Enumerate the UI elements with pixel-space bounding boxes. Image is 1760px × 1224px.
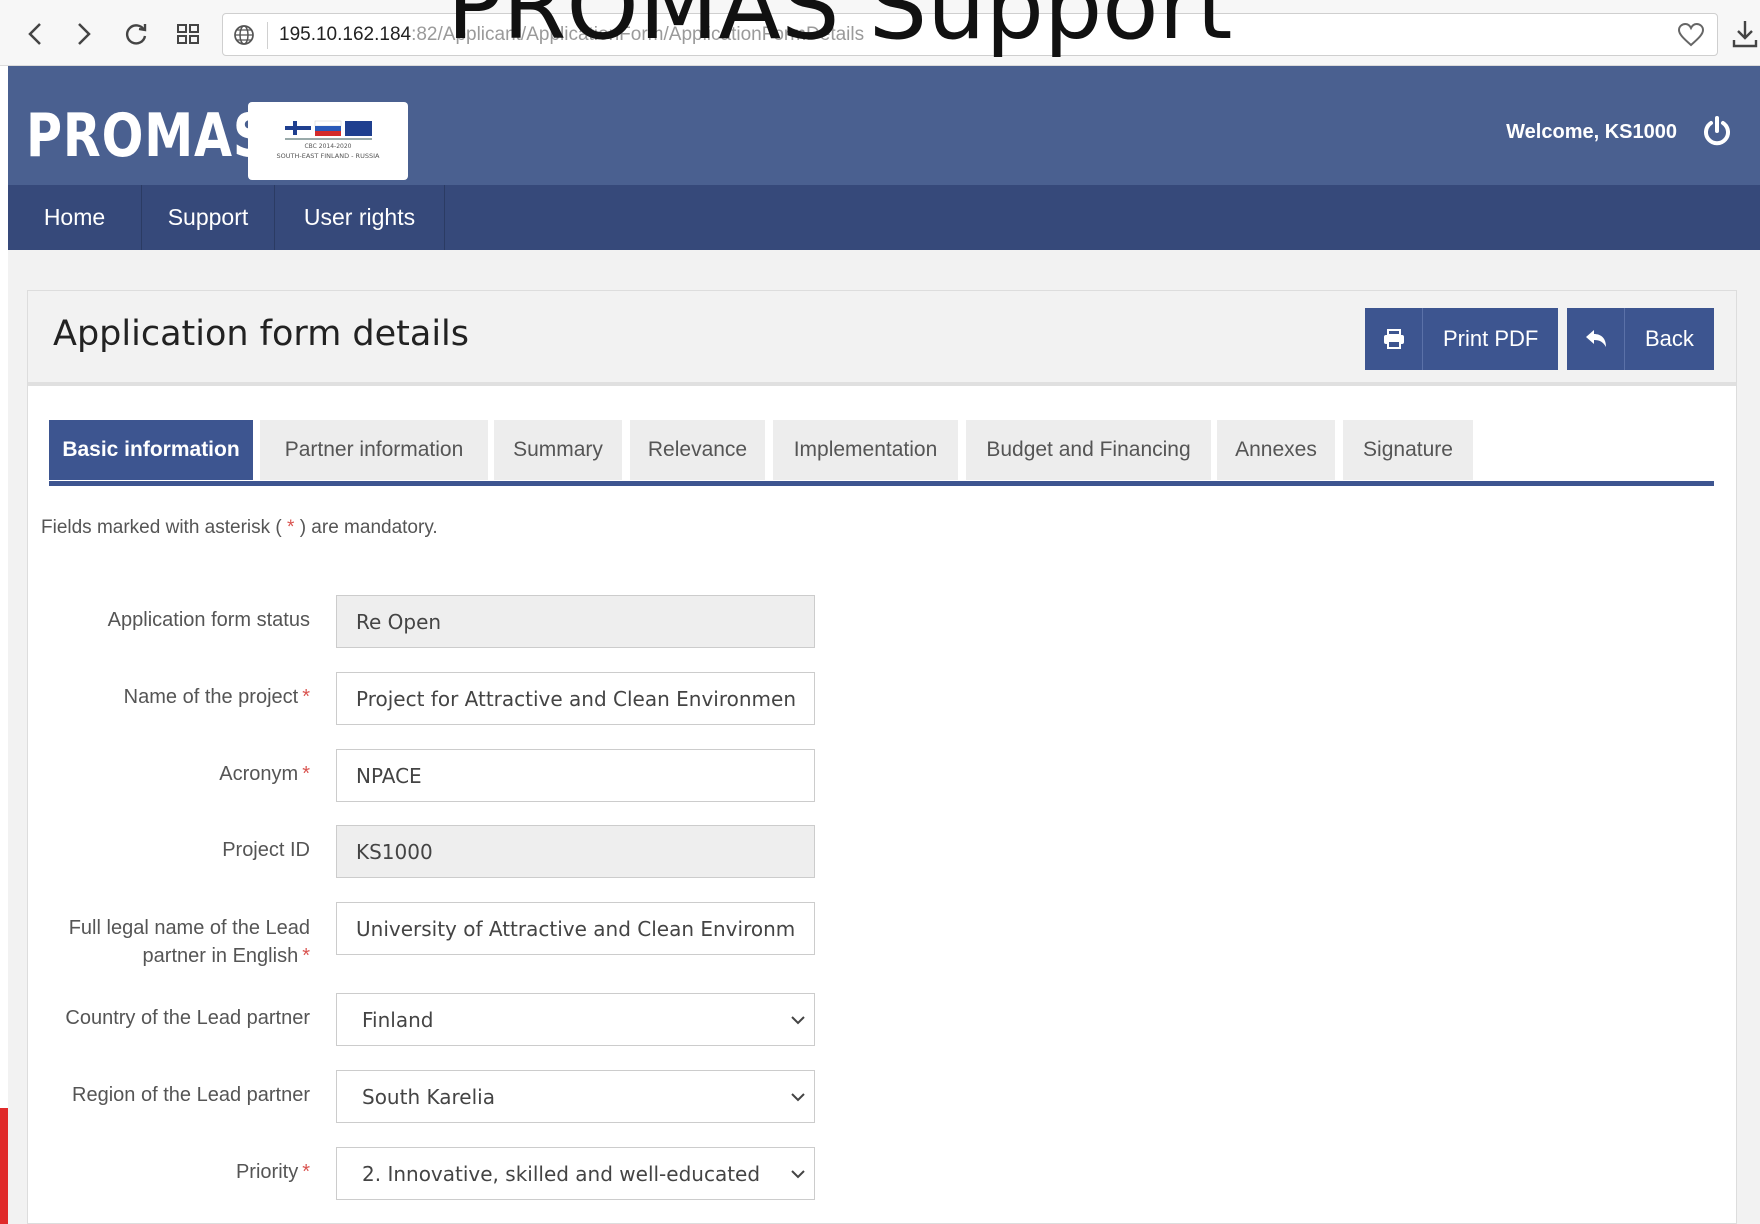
address-bar[interactable]: 195.10.162.184:82/Applicant/ApplicationF… [222, 13, 1718, 56]
tab-implementation[interactable]: Implementation [773, 420, 958, 480]
selected-value: 2. Innovative, skilled and well-educated… [362, 1162, 762, 1186]
nav-support[interactable]: Support [142, 185, 275, 250]
heart-icon[interactable] [1677, 22, 1705, 48]
label-lead-partner-legal-name: Full legal name of the Lead partner in E… [69, 914, 310, 970]
application-form-status-field[interactable] [336, 595, 815, 648]
page-title: Application form details [53, 314, 470, 354]
required-marker: * [302, 686, 310, 708]
power-icon[interactable] [1701, 115, 1733, 149]
label-acronym: Acronym * [219, 760, 310, 788]
label-lead-partner-region: Region of the Lead partner [72, 1081, 310, 1109]
label-priority: Priority * [236, 1158, 310, 1186]
nav-home[interactable]: Home [8, 185, 142, 250]
badge-line2: SOUTH-EAST FINLAND - RUSSIA [277, 152, 380, 160]
mandatory-note: Fields marked with asterisk ( * ) are ma… [41, 517, 438, 539]
mandatory-pre: Fields marked with asterisk ( [41, 517, 288, 538]
promas-logo[interactable]: PROMAS [26, 106, 269, 166]
url-path: :82/Applicant/ApplicationForm/Applicatio… [411, 24, 865, 45]
browser-toolbar: 195.10.162.184:82/Applicant/ApplicationF… [0, 0, 1760, 66]
chevron-down-icon [791, 1016, 805, 1025]
required-marker: * [302, 763, 310, 785]
browser-tabs-button[interactable] [170, 16, 206, 52]
url-text: 195.10.162.184:82/Applicant/ApplicationF… [279, 24, 864, 46]
print-pdf-button[interactable]: Print PDF [1365, 308, 1559, 370]
label-lead-partner-country: Country of the Lead partner [65, 1004, 310, 1032]
back-icon-wrap [1567, 308, 1625, 370]
mandatory-post: ) are mandatory. [294, 517, 438, 538]
lead-partner-legal-name-field[interactable] [336, 902, 815, 955]
back-label: Back [1645, 326, 1694, 351]
label-line2: partner in English [142, 945, 299, 967]
tab-summary[interactable]: Summary [494, 420, 622, 480]
label-text: Project ID [222, 839, 310, 861]
welcome-text: Welcome, KS1000 [1506, 121, 1677, 143]
label-text: Name of the project [123, 686, 299, 708]
chevron-down-icon [791, 1170, 805, 1179]
label-project-name: Name of the project * [124, 683, 310, 711]
tab-annexes[interactable]: Annexes [1217, 420, 1335, 480]
main-nav: Home Support User rights [8, 185, 1760, 250]
label-application-form-status: Application form status [108, 606, 310, 634]
browser-reload-button[interactable] [118, 16, 154, 52]
chevron-right-icon [78, 23, 91, 45]
address-separator [267, 22, 268, 49]
print-icon-wrap [1365, 308, 1423, 370]
browser-back-button[interactable] [17, 16, 53, 52]
acronym-field[interactable] [336, 749, 815, 802]
programme-badge: CBC 2014-2020 SOUTH-EAST FINLAND - RUSSI… [248, 102, 408, 180]
browser-forward-button[interactable] [66, 16, 102, 52]
chevron-left-icon [28, 23, 41, 45]
back-arrow-icon [1585, 330, 1606, 347]
panel-header: Application form details Print PDF Back [28, 291, 1736, 386]
required-marker: * [302, 1161, 310, 1183]
label-project-id: Project ID [222, 836, 310, 864]
selected-value: Finland [362, 1008, 434, 1032]
label-line1: Full legal name of the Lead [68, 917, 310, 939]
reload-icon [125, 24, 147, 45]
label-text: Acronym [219, 763, 299, 785]
red-edge-decoration [0, 1108, 8, 1224]
label-text: Country of the Lead partner [65, 1007, 310, 1029]
back-button[interactable]: Back [1567, 308, 1714, 370]
app-header: PROMAS CBC 2014-2020 SOUTH-EAST FINLAND … [8, 66, 1760, 185]
tab-budget-and-financing[interactable]: Budget and Financing [966, 420, 1211, 480]
label-text: Region of the Lead partner [72, 1084, 310, 1106]
project-id-field[interactable] [336, 825, 815, 878]
lead-partner-country-select[interactable]: Finland [336, 993, 815, 1046]
tab-partner-information[interactable]: Partner information [260, 420, 488, 480]
print-pdf-label: Print PDF [1443, 326, 1539, 351]
label-text: Application form status [107, 609, 310, 631]
flags-emblem: CBC 2014-2020 SOUTH-EAST FINLAND - RUSSI… [277, 120, 380, 160]
priority-select[interactable]: 2. Innovative, skilled and well-educated… [336, 1147, 815, 1200]
nav-user-rights[interactable]: User rights [275, 185, 445, 250]
selected-value: South Karelia [362, 1085, 495, 1109]
label-text: Priority [235, 1161, 299, 1183]
url-host: 195.10.162.184 [279, 24, 412, 45]
tab-basic-information[interactable]: Basic information [49, 420, 253, 480]
form-tabs: Basic information Partner information Su… [49, 420, 1714, 486]
download-icon[interactable] [1730, 18, 1760, 50]
tab-signature[interactable]: Signature [1343, 420, 1473, 480]
grid-icon [177, 24, 199, 44]
globe-icon [234, 25, 254, 45]
badge-line1: CBC 2014-2020 [304, 143, 351, 150]
lead-partner-region-select[interactable]: South Karelia [336, 1070, 815, 1123]
tab-relevance[interactable]: Relevance [630, 420, 765, 480]
project-name-field[interactable] [336, 672, 815, 725]
print-icon [1383, 329, 1404, 349]
chevron-down-icon [791, 1093, 805, 1102]
required-marker: * [302, 945, 310, 967]
